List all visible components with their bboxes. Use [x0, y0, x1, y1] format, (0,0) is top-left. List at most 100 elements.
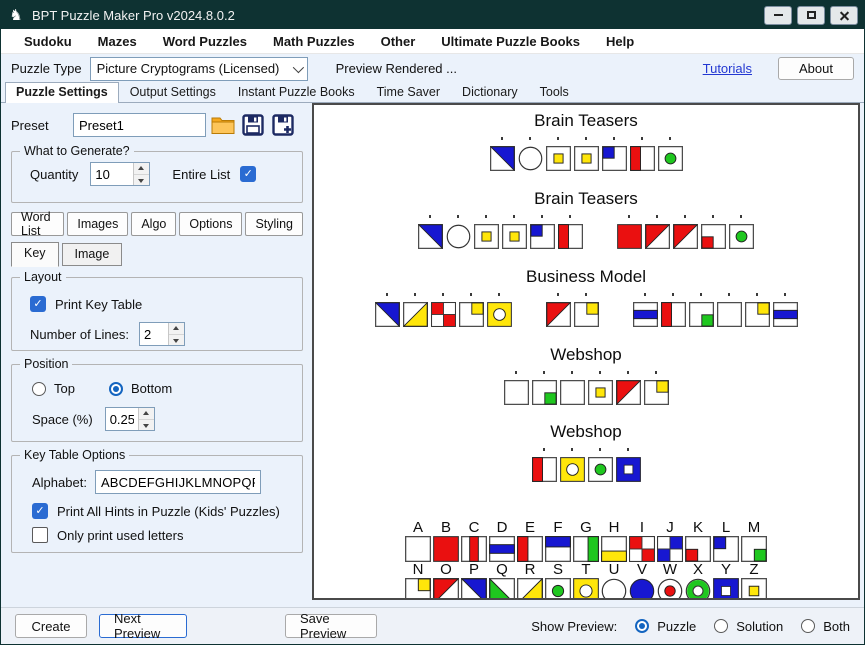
menu-math-puzzles[interactable]: Math Puzzles: [260, 34, 368, 49]
tab-puzzle-settings[interactable]: Puzzle Settings: [5, 82, 119, 103]
cryptogram-symbol: [633, 302, 658, 327]
cryptogram-symbol: [616, 457, 641, 482]
save-plus-icon: [272, 114, 294, 136]
tab-dictionary[interactable]: Dictionary: [451, 82, 529, 102]
quantity-down-icon[interactable]: [134, 175, 149, 186]
save-preset-button[interactable]: [239, 112, 266, 138]
puzzle-title-section: Webshop: [314, 345, 858, 365]
quantity-input[interactable]: [91, 163, 133, 185]
show-preview-solution-option[interactable]: Solution: [714, 619, 783, 634]
maximize-button[interactable]: [797, 6, 825, 25]
about-button[interactable]: About: [778, 57, 854, 80]
key-cell: X: [685, 562, 712, 600]
show-preview-puzzle-option[interactable]: Puzzle: [635, 619, 696, 634]
menu-sudoku[interactable]: Sudoku: [11, 34, 85, 49]
word-list-button[interactable]: Word List: [11, 212, 64, 236]
cryptogram-word: [633, 302, 798, 327]
position-bottom-radio[interactable]: [109, 382, 123, 396]
key-letter: D: [497, 520, 508, 536]
styling-button[interactable]: Styling: [245, 212, 303, 236]
position-top-radio[interactable]: [32, 382, 46, 396]
menu-help[interactable]: Help: [593, 34, 647, 49]
print-key-table-label: Print Key Table: [55, 297, 142, 312]
preset-input[interactable]: [73, 113, 206, 137]
menu-other[interactable]: Other: [368, 34, 429, 49]
next-preview-button[interactable]: Next Preview: [99, 614, 187, 638]
images-button[interactable]: Images: [67, 212, 128, 236]
app-icon: ♞: [7, 6, 25, 24]
cryptogram-symbol: [560, 457, 585, 482]
save-preview-button[interactable]: Save Preview: [285, 614, 377, 638]
key-cell: M: [741, 520, 768, 562]
cryptogram-symbol: [459, 302, 484, 327]
cryptogram-symbol: [588, 380, 613, 405]
space-stepper[interactable]: [105, 407, 155, 431]
show-preview-both-option[interactable]: Both: [801, 619, 850, 634]
key-cell: Z: [741, 562, 768, 600]
create-button[interactable]: Create: [15, 614, 87, 638]
space-input[interactable]: [106, 408, 138, 430]
quantity-stepper[interactable]: [90, 162, 150, 186]
algo-button[interactable]: Algo: [131, 212, 176, 236]
only-used-letters-checkbox[interactable]: [32, 527, 48, 543]
cryptogram-symbol: [403, 302, 428, 327]
key-symbol: [573, 536, 599, 562]
close-button[interactable]: [830, 6, 858, 25]
key-symbol: [601, 536, 627, 562]
minimize-button[interactable]: [764, 6, 792, 25]
tab-instant-puzzle-books[interactable]: Instant Puzzle Books: [227, 82, 366, 102]
key-symbol: [433, 578, 459, 600]
key-cell: K: [685, 520, 712, 562]
key-cell: V: [629, 562, 656, 600]
cryptogram-symbol: [602, 146, 627, 171]
options-button[interactable]: Options: [179, 212, 242, 236]
cryptogram-symbol: [518, 146, 543, 171]
what-to-generate-label: What to Generate?: [20, 144, 134, 158]
menu-mazes[interactable]: Mazes: [85, 34, 150, 49]
key-letter: B: [441, 520, 451, 536]
key-letter: K: [693, 520, 703, 536]
quantity-up-icon[interactable]: [134, 163, 149, 175]
number-of-lines-stepper[interactable]: [139, 322, 185, 346]
key-table-options-label: Key Table Options: [20, 448, 129, 462]
preset-label: Preset: [11, 118, 73, 133]
key-symbol: [489, 578, 515, 600]
menu-ultimate-puzzle-books[interactable]: Ultimate Puzzle Books: [428, 34, 593, 49]
space-label: Space (%): [32, 412, 93, 427]
key-symbol: [517, 578, 543, 600]
titlebar[interactable]: ♞ BPT Puzzle Maker Pro v2024.8.0.2: [1, 1, 864, 29]
key-letter: M: [748, 520, 761, 536]
save-icon: [242, 114, 264, 136]
tab-tools[interactable]: Tools: [529, 82, 580, 102]
key-cell: E: [517, 520, 544, 562]
cryptogram-symbol: [588, 457, 613, 482]
puzzle-symbols-section: [314, 146, 858, 171]
menu-word-puzzles[interactable]: Word Puzzles: [150, 34, 260, 49]
key-cell: T: [573, 562, 600, 600]
app-window: ♞ BPT Puzzle Maker Pro v2024.8.0.2 Sudok…: [0, 0, 865, 645]
alphabet-input[interactable]: [95, 470, 261, 494]
cryptogram-symbol: [644, 380, 669, 405]
key-letter: G: [580, 520, 592, 536]
layout-group-label: Layout: [20, 270, 66, 284]
what-to-generate-group: What to Generate? Quantity Entire List ✓: [11, 151, 303, 203]
tutorials-link[interactable]: Tutorials: [703, 61, 752, 76]
entire-list-checkbox[interactable]: ✓: [240, 166, 256, 182]
save-preset-as-button[interactable]: [269, 112, 296, 138]
subtab-image[interactable]: Image: [62, 243, 123, 266]
tab-output-settings[interactable]: Output Settings: [119, 82, 227, 102]
cryptogram-symbol: [502, 224, 527, 249]
cryptogram-symbol: [701, 224, 726, 249]
print-key-table-checkbox[interactable]: ✓: [30, 296, 46, 312]
subtab-key[interactable]: Key: [11, 242, 59, 267]
key-cell: L: [713, 520, 740, 562]
key-symbol: [405, 578, 431, 600]
key-symbol: [573, 578, 599, 600]
number-of-lines-input[interactable]: [140, 323, 168, 345]
open-preset-button[interactable]: [209, 112, 236, 138]
print-all-hints-checkbox[interactable]: ✓: [32, 503, 48, 519]
puzzle-type-select[interactable]: Picture Cryptograms (Licensed): [90, 57, 308, 81]
tab-time-saver[interactable]: Time Saver: [366, 82, 451, 102]
toolbar: Puzzle Type Picture Cryptograms (License…: [1, 54, 864, 83]
key-symbol: [489, 536, 515, 562]
